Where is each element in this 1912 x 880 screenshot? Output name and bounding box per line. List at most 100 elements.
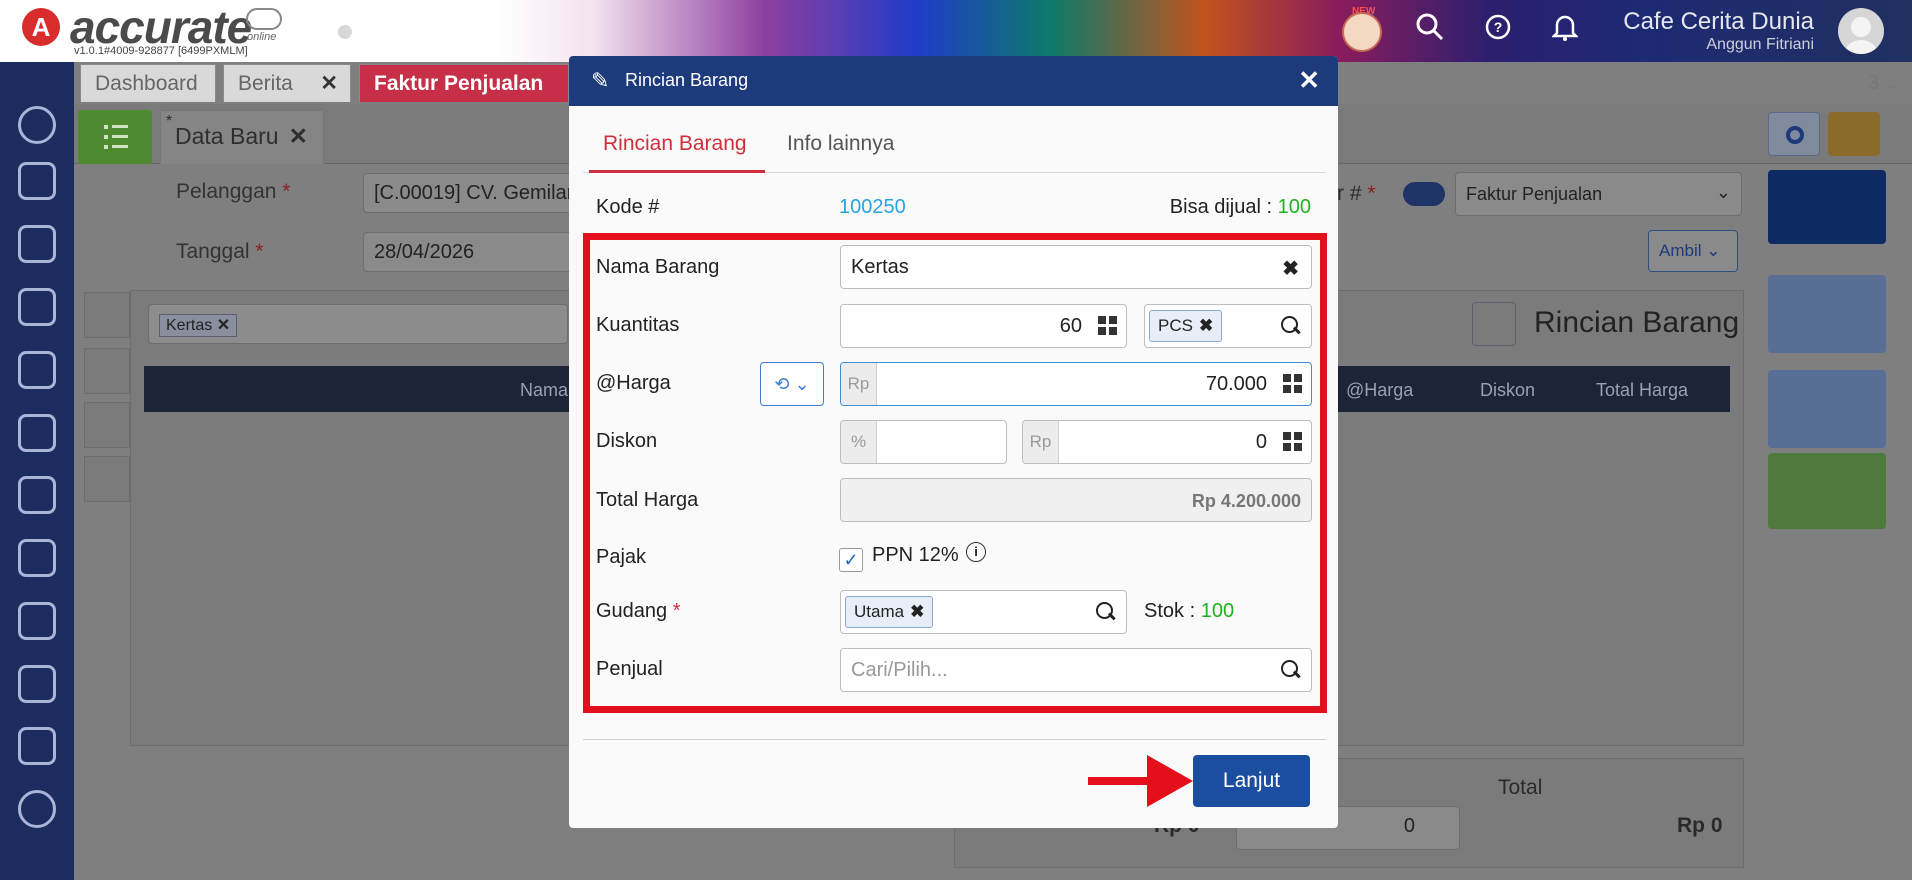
auto-number-toggle[interactable]	[1403, 182, 1445, 206]
svg-text:?: ?	[1494, 19, 1503, 35]
clear-icon[interactable]: ✖	[1282, 256, 1299, 281]
payment-side-tab[interactable]	[84, 402, 130, 448]
tab-berita[interactable]: Berita ✕	[223, 64, 351, 102]
close-icon[interactable]: ✕	[1298, 65, 1320, 96]
info-icon[interactable]: i	[966, 542, 986, 562]
remove-gudang-icon[interactable]: ✖	[910, 602, 924, 621]
cart-icon[interactable]	[18, 476, 56, 514]
nama-barang-label: Nama Barang	[596, 256, 720, 278]
rincian-section-title: Rincian Barang	[1534, 306, 1740, 339]
search-icon[interactable]	[1410, 12, 1450, 52]
penjual-field[interactable]: Cari/Pilih...	[840, 648, 1312, 692]
calculator-icon[interactable]	[1098, 316, 1118, 336]
lightbulb-button[interactable]	[1828, 112, 1880, 156]
unsaved-marker: *	[166, 113, 173, 130]
stok-info: Stok : 100	[1144, 600, 1235, 622]
search-items-button[interactable]	[1472, 302, 1516, 346]
tab-faktur-penjualan[interactable]: Faktur Penjualan	[359, 64, 569, 102]
harga-field[interactable]: Rp 70.000	[840, 362, 1312, 406]
gudang-label: Gudang *	[596, 600, 681, 622]
pointer-arrow	[1088, 777, 1150, 785]
user-name: Anggun Fitriani	[1706, 36, 1814, 53]
cloud-icon	[246, 8, 282, 30]
modal-title: Rincian Barang	[625, 70, 749, 90]
total-label: Total	[1498, 776, 1543, 799]
warehouse-icon[interactable]	[18, 665, 56, 703]
tab-data-baru[interactable]: * Data Baru ✕	[160, 110, 324, 164]
tab-info-lainnya[interactable]: Info lainnya	[787, 132, 894, 156]
kuantitas-field[interactable]: 60	[840, 304, 1127, 348]
total-harga-label: Total Harga	[596, 489, 699, 511]
ambil-button[interactable]: Ambil ⌄	[1648, 230, 1738, 272]
unit-tag: PCS ✖	[1149, 310, 1223, 342]
save-button[interactable]	[1768, 170, 1886, 244]
tanggal-label: Tanggal *	[176, 240, 264, 263]
remove-unit-icon[interactable]: ✖	[1199, 316, 1213, 335]
accurate-logo-icon[interactable]: A	[22, 8, 60, 46]
tanggal-field[interactable]: 28/04/2026	[363, 232, 573, 272]
price-history-button[interactable]: ⟲ ⌄	[760, 362, 824, 406]
tipe-select[interactable]: Faktur Penjualan ⌄	[1455, 172, 1742, 216]
report-icon[interactable]	[18, 790, 56, 828]
more-button[interactable]	[1768, 453, 1886, 529]
pelanggan-field[interactable]: [C.00019] CV. Gemilang	[363, 173, 573, 213]
logo-subtext: online	[247, 31, 277, 43]
col-total-harga[interactable]: Total Harga	[1596, 380, 1688, 401]
tax-icon[interactable]	[18, 727, 56, 765]
attachment-button[interactable]	[1768, 370, 1886, 448]
close-tab-icon[interactable]: ✕	[289, 123, 308, 149]
gudang-field[interactable]: Utama ✖	[840, 590, 1127, 634]
settings-button[interactable]	[1768, 112, 1820, 156]
building-icon[interactable]	[18, 225, 56, 263]
kuantitas-label: Kuantitas	[596, 314, 680, 336]
ledger-icon[interactable]	[18, 288, 56, 326]
search-icon[interactable]	[1281, 660, 1301, 680]
tab-rincian-barang[interactable]: Rincian Barang	[603, 132, 747, 156]
version-text: v1.0.1#4009-928877 [6499PXMLM]	[74, 45, 248, 57]
ppn-checkbox[interactable]: ✓	[839, 548, 863, 572]
diskon-amount-field[interactable]: Rp 0	[1022, 420, 1312, 464]
search-icon[interactable]	[1096, 602, 1116, 622]
document-button[interactable]	[1768, 275, 1886, 353]
info-side-tab[interactable]	[84, 348, 130, 394]
whats-new-icon[interactable]	[1342, 12, 1382, 52]
help-icon[interactable]: ?	[1478, 12, 1518, 52]
col-harga[interactable]: @Harga	[1346, 380, 1413, 401]
user-avatar[interactable]	[1838, 8, 1884, 54]
cashier-icon[interactable]	[18, 162, 56, 200]
bank-icon[interactable]	[18, 351, 56, 389]
kode-value[interactable]: 100250	[839, 196, 906, 219]
col-diskon[interactable]: Diskon	[1480, 380, 1535, 401]
filter-tag: Kertas ✕	[159, 314, 238, 337]
lanjut-button[interactable]: Lanjut	[1193, 755, 1310, 807]
doc-side-tab[interactable]	[84, 292, 130, 338]
total-harga-field: Rp 4.200.000	[840, 478, 1312, 522]
top-bar: A accurate online v1.0.1#4009-928877 [64…	[0, 0, 1912, 62]
calculator-icon[interactable]	[1283, 374, 1303, 394]
percent-prefix: %	[841, 421, 877, 463]
pelanggan-label: Pelanggan *	[176, 180, 291, 203]
company-name[interactable]: Cafe Cerita Dunia	[1623, 8, 1814, 36]
search-icon[interactable]	[1281, 316, 1301, 336]
list-view-button[interactable]	[78, 110, 152, 164]
inventory-icon[interactable]	[18, 539, 56, 577]
pointer-arrow-head	[1147, 755, 1193, 807]
factory-icon[interactable]	[18, 602, 56, 640]
harga-label: @Harga	[596, 372, 671, 394]
cash-side-tab[interactable]	[84, 456, 130, 502]
calculator-icon[interactable]	[1283, 432, 1303, 452]
status-dot	[338, 25, 352, 39]
col-nama[interactable]: Nama	[520, 380, 568, 401]
settings-icon[interactable]	[18, 106, 56, 144]
close-tab-icon[interactable]: ✕	[320, 71, 338, 96]
sidebar	[0, 62, 74, 880]
item-search-field[interactable]: Kertas ✕	[148, 304, 568, 344]
nama-barang-field[interactable]: Kertas ✖	[840, 245, 1312, 289]
bell-icon[interactable]	[1545, 12, 1585, 52]
total-value: Rp 0	[1677, 814, 1723, 837]
satuan-field[interactable]: PCS ✖	[1144, 304, 1312, 348]
diskon-percent-field[interactable]: %	[840, 420, 1007, 464]
tab-dashboard[interactable]: Dashboard	[80, 64, 216, 102]
money-bag-icon[interactable]	[18, 414, 56, 452]
tab-count[interactable]: 3 ⌄	[1868, 72, 1898, 95]
